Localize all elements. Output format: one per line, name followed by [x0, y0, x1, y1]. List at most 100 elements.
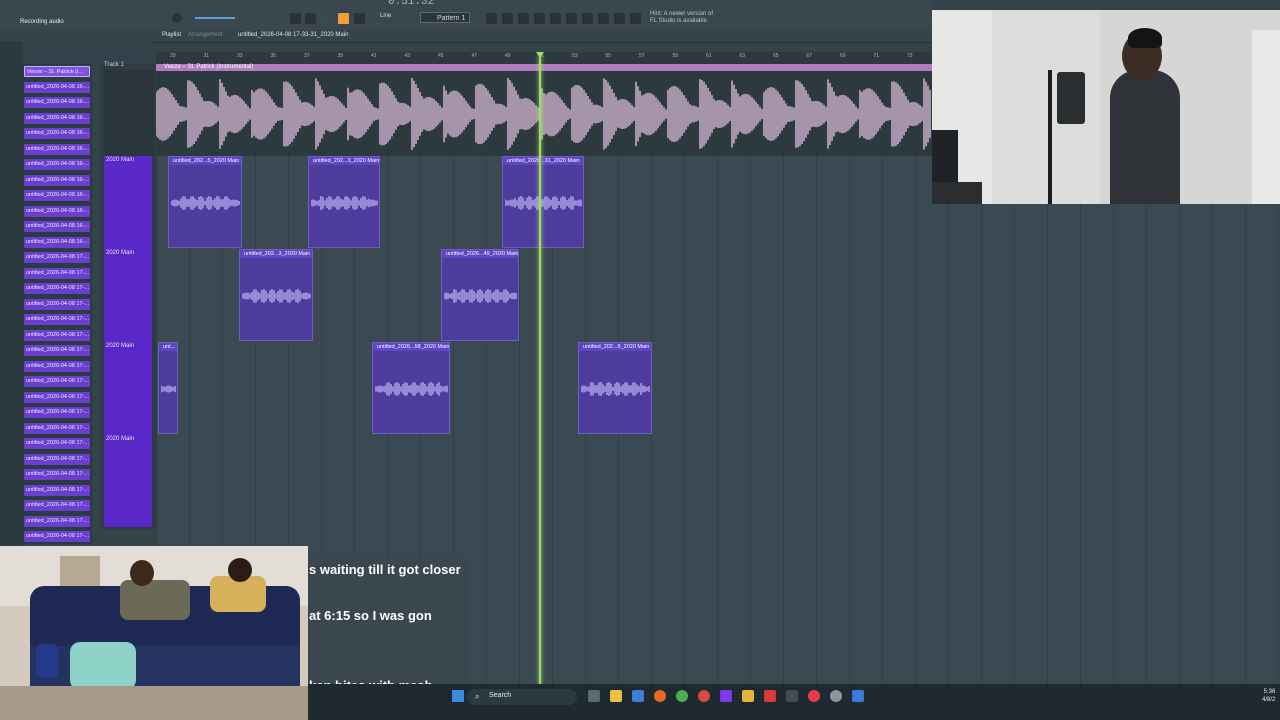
ruler-tick: 55 [605, 53, 612, 59]
browser-item[interactable]: untitled_2026-04-08 17-... [24, 469, 90, 480]
browser-item[interactable]: untitled_2026-04-08 17-... [24, 531, 90, 542]
browser-item[interactable]: untitled_2026-04-08 17-... [24, 422, 90, 434]
fl-studio-icon[interactable] [720, 690, 732, 702]
firefox-icon[interactable] [654, 690, 666, 702]
browser-item[interactable]: untitled_2026-04-08 17-... [24, 298, 90, 310]
file-explorer-icon[interactable] [610, 690, 622, 702]
browser-item[interactable]: untitled_2026-04-08 16-... [24, 159, 90, 170]
pitch-knob[interactable] [172, 13, 182, 23]
browser-item[interactable]: untitled_2026-04-08 17-... [24, 329, 90, 341]
browser-item[interactable]: untitled_2026-04-08 16-... [24, 205, 90, 217]
browser-item[interactable]: untitled_2026-04-08 17-... [24, 314, 90, 325]
browser-item[interactable]: untitled_2026-04-08 16-... [24, 221, 90, 232]
playlist-title: Playlist [162, 32, 182, 38]
browser-item[interactable]: untitled_2026-04-08 17-... [24, 453, 90, 465]
mixer-icon[interactable] [486, 13, 497, 24]
browser-item-audio[interactable]: Veeze – St. Patrick (I... [24, 66, 90, 77]
pencil-icon[interactable] [338, 13, 349, 24]
browser-item[interactable]: untitled_2026-04-08 17-... [24, 515, 90, 527]
ruler-tick: 33 [237, 53, 243, 59]
browser-icon[interactable] [550, 13, 561, 24]
browser-item[interactable]: untitled_2026-04-08 17-... [24, 283, 90, 294]
windows-start-icon[interactable] [452, 690, 464, 702]
clip-waveform [242, 289, 311, 303]
browser-item[interactable]: untitled_2026-04-08 16-... [24, 174, 90, 186]
ruler-tick: 57 [639, 53, 645, 59]
track-header[interactable]: 2020 Main [104, 249, 152, 342]
clip-waveform [581, 382, 650, 396]
browser-item[interactable]: untitled_2026-04-08 16-... [24, 112, 90, 124]
playhead-marker-icon[interactable] [536, 52, 544, 58]
terminal-icon[interactable] [786, 690, 798, 702]
track-header[interactable]: 2020 Main [104, 156, 152, 249]
clip-label: untitled_202...5_2020 Main [169, 157, 241, 165]
browser-app-icon[interactable] [698, 690, 710, 702]
track-header[interactable]: 2020 Main [104, 342, 152, 435]
browser-item[interactable]: untitled_2026-04-08 16-... [24, 236, 90, 248]
mic-icon[interactable] [582, 13, 593, 24]
stamp-icon[interactable] [354, 13, 365, 24]
app-icon[interactable] [742, 690, 754, 702]
track-1-header[interactable] [104, 70, 154, 156]
ruler-tick: 49 [505, 53, 511, 59]
browser-item[interactable]: untitled_2026-04-08 16-... [24, 143, 90, 155]
chrome-icon[interactable] [676, 690, 688, 702]
store-icon[interactable] [632, 690, 644, 702]
plugin-icon[interactable] [566, 13, 577, 24]
audio-clip-block[interactable]: untitled_202...5_2020 Main [168, 156, 242, 248]
browser-item[interactable]: untitled_2026-04-08 17-... [24, 252, 90, 263]
ruler-tick: 73 [907, 53, 913, 59]
browser-item[interactable]: untitled_2026-04-08 16-... [24, 128, 90, 139]
browser-item[interactable]: untitled_2026-04-08 16-... [24, 81, 90, 93]
audio-clip-block[interactable]: untitled_202...3_2020 Main [308, 156, 380, 248]
recording-status: Recording audio [20, 19, 64, 25]
pattern-selector[interactable]: Pattern 1 [420, 12, 470, 23]
audio-clip-block[interactable]: untitled_2026...49_2020 Main [441, 249, 519, 341]
recorder-icon[interactable] [764, 690, 776, 702]
browser-item[interactable]: untitled_2026-04-08 17-... [24, 438, 90, 449]
playhead[interactable] [539, 55, 541, 685]
tempo-icon[interactable] [598, 13, 609, 24]
audio-clip-block[interactable]: untitled_202...3_2020 Main [239, 249, 313, 341]
track-name: 2020 Main [106, 343, 135, 349]
master-volume-slider[interactable] [195, 17, 235, 19]
channel-rack-icon[interactable] [502, 13, 513, 24]
track-header[interactable]: 2020 Main [104, 435, 152, 527]
browser-item[interactable]: untitled_2026-04-08 17-... [24, 345, 90, 356]
settings-icon[interactable] [614, 13, 625, 24]
browser-item[interactable]: untitled_2026-04-08 17-... [24, 360, 90, 372]
browser-item[interactable]: untitled_2026-04-08 17-... [24, 391, 90, 403]
browser-item[interactable]: untitled_2026-04-08 16-... [24, 190, 90, 201]
keyboard-icon[interactable] [290, 13, 301, 24]
browser-item[interactable]: untitled_2026-04-08 16-... [24, 97, 90, 108]
step-icon[interactable] [322, 13, 333, 24]
browser-item[interactable]: untitled_2026-04-08 17-... [24, 267, 90, 279]
snap-select[interactable]: Line [380, 13, 391, 19]
task-view-icon[interactable] [588, 690, 600, 702]
settings-app-icon[interactable] [830, 690, 842, 702]
track-1-label: Track 1 [104, 62, 124, 68]
audio-clip-block[interactable]: untitled_2026...58_2020 Main [372, 342, 450, 434]
clip-label: untitled_202...3_2020 Main [240, 250, 312, 258]
edge-icon[interactable] [852, 690, 864, 702]
ruler-tick: 35 [270, 53, 277, 59]
browser-item[interactable]: untitled_2026-04-08 17-... [24, 407, 90, 418]
audio-clip-block[interactable]: untitled_2026...31_2020 Main [502, 156, 584, 248]
ruler-tick: 47 [471, 53, 478, 59]
audio-clip-block[interactable]: untitled_202...9_2020 Main [578, 342, 652, 434]
playlist-icon[interactable] [534, 13, 545, 24]
clock-time: 5:36 [1263, 689, 1276, 695]
audio-clip-block[interactable]: unt... [158, 342, 178, 434]
update-hint: Hint: A newer version of FL Studio is av… [650, 11, 714, 24]
system-clock[interactable]: 5:36 4/8/2 [1262, 688, 1275, 704]
browser-item[interactable]: untitled_2026-04-08 17-... [24, 484, 90, 496]
audio-clip[interactable]: Veeze – St. Patrick (Instrumental) [156, 64, 932, 156]
play-icon[interactable] [305, 13, 316, 24]
pin-icon[interactable] [808, 690, 820, 702]
piano-roll-icon[interactable] [518, 13, 529, 24]
browser-item[interactable]: untitled_2026-04-08 17-... [24, 376, 90, 387]
taskbar-search[interactable]: ⌕ Search [467, 689, 577, 705]
browser-item[interactable]: untitled_2026-04-08 17-... [24, 500, 90, 511]
playlist-subtitle: Arrangement [188, 32, 223, 38]
cloud-icon[interactable] [630, 13, 641, 24]
